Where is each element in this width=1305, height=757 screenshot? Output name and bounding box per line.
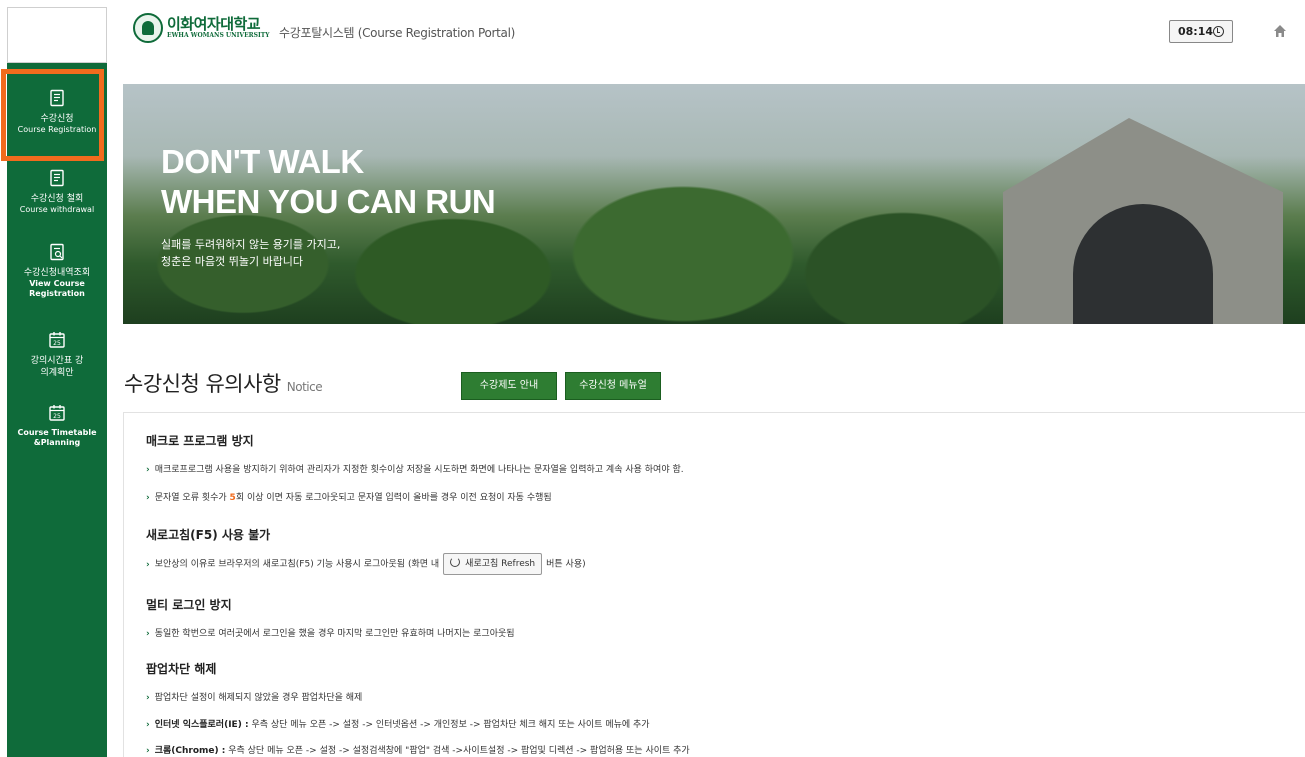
clock-refresh-icon xyxy=(1213,26,1224,37)
calendar-icon: 25 xyxy=(49,332,65,348)
university-name-ko[interactable]: 이화여자대학교 xyxy=(167,13,261,34)
refresh-button-label: 새로고침 Refresh xyxy=(465,559,536,569)
notice-heading: 수강신청 유의사항 Notice xyxy=(124,368,323,398)
sidebar-item-label: 강의시간표 강의계획안 xyxy=(30,356,84,378)
active-nav-highlight xyxy=(1,69,104,161)
hero-banner: DON'T WALK WHEN YOU CAN RUN 실패를 두려워하지 않는… xyxy=(123,84,1305,324)
notice-bullet-text-post: 버튼 사용) xyxy=(546,559,586,570)
chrome-label: 크롬(Chrome) : xyxy=(154,746,226,756)
top-header: 이화여자대학교 EWHA WOMANS UNIVERSITY 수강포탈시스템 (… xyxy=(107,0,1305,66)
section-title-multi-login: 멀티 로그인 방지 xyxy=(146,598,232,612)
document-icon xyxy=(50,169,64,187)
banner-subtitle: 실패를 두려워하지 않는 용기를 가지고, 청춘은 마음껏 뛰놀기 바랍니다 xyxy=(161,236,340,270)
portal-title: 수강포탈시스템 (Course Registration Portal) xyxy=(279,26,516,40)
chevron-right-icon: › xyxy=(146,746,150,756)
section-title-refresh: 새로고침(F5) 사용 불가 xyxy=(146,528,271,542)
chevron-right-icon: › xyxy=(146,693,150,703)
notice-bullet-text-post: 회 이상 이면 자동 로그아웃되고 문자열 입력이 올바를 경우 이전 요청이 … xyxy=(235,493,552,503)
chevron-right-icon: › xyxy=(146,629,150,639)
chevron-right-icon: › xyxy=(146,465,150,475)
refresh-button[interactable]: 새로고침 Refresh xyxy=(443,553,543,575)
notice-bullet-text: 동일한 학번으로 여러곳에서 로그인을 했을 경우 마지막 로그인만 유효하며 … xyxy=(154,629,515,639)
banner-title-line2: WHEN YOU CAN RUN xyxy=(161,183,496,220)
sidebar-logo-area xyxy=(7,7,107,63)
notice-bullet: › 인터넷 익스플로러(IE) : 우측 상단 메뉴 오픈 -> 설정 -> 인터… xyxy=(146,717,650,730)
notice-heading-text: 수강신청 유의사항 xyxy=(124,372,281,396)
notice-bullet: › 크롬(Chrome) : 우측 상단 메뉴 오픈 -> 설정 -> 설정검색창… xyxy=(146,743,690,756)
notice-bullet-text-pre: 보안상의 이유로 브라우저의 새로고침(F5) 기능 사용시 로그아웃됨 (화면… xyxy=(154,559,440,570)
notice-bullet: › 문자열 오류 횟수가 5회 이상 이면 자동 로그아웃되고 문자열 입력이 올… xyxy=(146,490,552,503)
sidebar-item-label: 수강신청 철회 xyxy=(30,194,84,204)
banner-subtitle-line1: 실패를 두려워하지 않는 용기를 가지고, xyxy=(161,238,341,251)
notice-bullet-text: 우측 상단 메뉴 오픈 -> 설정 -> 설정검색창에 "팝업" 검색 ->사이… xyxy=(228,746,690,756)
notice-bullet: › 팝업차단 설정이 해제되지 않았을 경우 팝업차단을 해제 xyxy=(146,690,362,703)
sidebar-item-timetable-ko[interactable]: 25 강의시간표 강의계획안 xyxy=(7,331,107,379)
notice-bullet-text: 매크로프로그램 사용을 방지하기 위하여 관리자가 지정한 횟수이상 저장을 시… xyxy=(154,465,684,475)
notice-bullet-text: 우측 상단 메뉴 오픈 -> 설정 -> 인터넷옵션 -> 개인정보 -> 팝업… xyxy=(251,720,650,730)
notice-bullet: › 매크로프로그램 사용을 방지하기 위하여 관리자가 지정한 횟수이상 저장을 … xyxy=(146,462,684,475)
banner-title-line1: DON'T WALK xyxy=(161,143,364,180)
calendar-icon: 25 xyxy=(49,405,65,421)
calendar-day-text: 25 xyxy=(53,340,61,347)
chevron-right-icon: › xyxy=(146,559,150,570)
registration-manual-button[interactable]: 수강신청 메뉴얼 xyxy=(565,372,661,400)
banner-title: DON'T WALK WHEN YOU CAN RUN xyxy=(161,142,496,222)
notice-bullet-text-pre: 문자열 오류 횟수가 xyxy=(154,493,230,503)
banner-subtitle-line2: 청춘은 마음껏 뛰놀기 바랍니다 xyxy=(161,255,304,268)
course-system-guide-button[interactable]: 수강제도 안내 xyxy=(461,372,557,400)
calendar-day-text: 25 xyxy=(53,413,61,420)
home-icon[interactable] xyxy=(1273,24,1287,38)
refresh-icon xyxy=(450,557,461,567)
ie-label: 인터넷 익스플로러(IE) : xyxy=(154,720,249,730)
session-timer-button[interactable]: 08:14 xyxy=(1169,20,1233,43)
university-emblem-icon[interactable] xyxy=(133,13,163,43)
section-title-popup: 팝업차단 해제 xyxy=(146,662,217,676)
sidebar-item-timetable-en[interactable]: 25 Course Timetable &Planning xyxy=(7,404,107,448)
chevron-right-icon: › xyxy=(146,720,150,730)
sidebar-item-course-withdrawal[interactable]: 수강신청 철회 Course withdrawal xyxy=(7,169,107,215)
notice-bullet-text: 팝업차단 설정이 해제되지 않았을 경우 팝업차단을 해제 xyxy=(154,693,363,703)
sidebar-item-label-en: Course withdrawal xyxy=(19,205,95,214)
sidebar-item-view-course-registration[interactable]: 수강신청내역조회 View Course Registration xyxy=(7,243,107,299)
notice-bullet: › 동일한 학번으로 여러곳에서 로그인을 했을 경우 마지막 로그인만 유효하며… xyxy=(146,626,515,639)
section-title-macro: 매크로 프로그램 방지 xyxy=(146,434,254,448)
sidebar-item-label: 수강신청내역조회 xyxy=(23,268,91,278)
chevron-right-icon: › xyxy=(146,493,150,503)
university-name-en: EWHA WOMANS UNIVERSITY xyxy=(167,32,270,39)
sidebar-item-label-en: Course Timetable &Planning xyxy=(17,428,97,447)
notice-bullet: › 보안상의 이유로 브라우저의 새로고침(F5) 기능 사용시 로그아웃됨 (화… xyxy=(146,553,586,575)
document-search-icon xyxy=(50,243,64,261)
notice-heading-en: Notice xyxy=(286,380,323,394)
sidebar-item-label-en: View Course Registration xyxy=(29,279,85,298)
session-timer-text: 08:14 xyxy=(1178,25,1214,38)
